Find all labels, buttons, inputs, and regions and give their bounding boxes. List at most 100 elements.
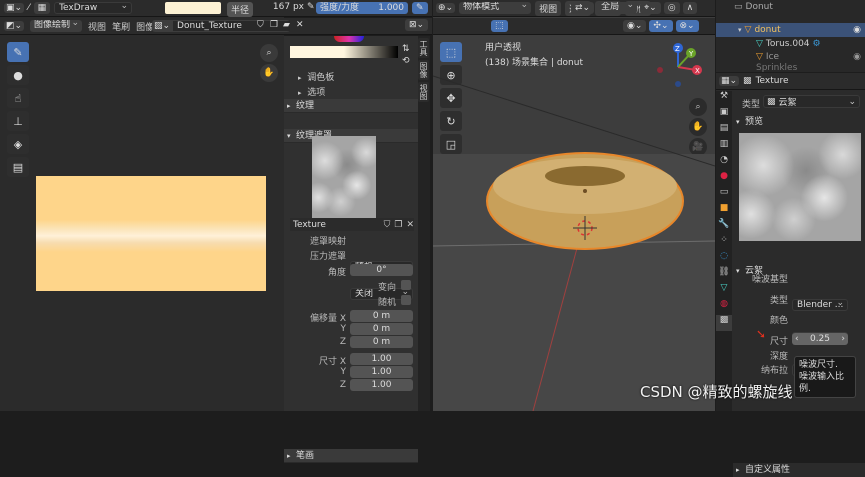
tab-tool[interactable]: 工具 (418, 38, 429, 58)
editor-type-button[interactable]: ⊕⌄ (436, 3, 456, 13)
nabla-label: 纳布拉 (760, 366, 788, 376)
outliner-item-torus[interactable]: ▽ Torus.004 ⚙ (716, 37, 865, 50)
size-z-field[interactable]: 1.00 (350, 379, 413, 391)
modifier-tab-icon[interactable]: 🔧 (716, 219, 732, 235)
gizmo-icon[interactable]: ✣⌄ (649, 20, 673, 32)
swap-colors-icon[interactable]: ⇅ (402, 44, 410, 54)
preview-section-header[interactable]: ▾ 预览 (733, 115, 865, 129)
image-browse-icon[interactable]: ▨⌄ (154, 21, 170, 31)
noise-basis-dropdown[interactable]: Blender ... (792, 299, 848, 311)
image-editor-icon[interactable]: ◩⌄ (4, 21, 25, 31)
draw-tool-icon[interactable]: ✎ (7, 42, 29, 62)
offset-y-field[interactable]: 0 m (350, 323, 413, 335)
menu-view[interactable]: 视图 (88, 20, 106, 33)
strength-pressure-button[interactable]: ✎ (412, 2, 428, 14)
close-icon[interactable]: ✕ (406, 220, 414, 230)
eye-icon[interactable]: ◉ (853, 52, 861, 62)
pan-hand-icon[interactable]: ✋ (260, 64, 278, 82)
clone-tool-icon[interactable]: ⊥ (7, 111, 29, 131)
collection-tab-icon[interactable]: ▭ (716, 187, 732, 203)
paint-canvas[interactable] (36, 176, 266, 291)
value-slider[interactable] (290, 46, 398, 58)
snap-icon[interactable]: ⌖⌄ (640, 2, 661, 14)
data-tab-icon[interactable]: ▽ (716, 283, 732, 299)
texture-section-header[interactable]: ▸ 纹理 (284, 99, 418, 113)
menu-view[interactable]: 视图 (535, 0, 562, 16)
shield-icon[interactable]: ⛉ (384, 220, 391, 230)
color-swatch[interactable] (165, 2, 221, 14)
eye-icon[interactable]: ◉ (853, 25, 861, 35)
color-wheel-bottom[interactable] (334, 36, 364, 42)
outliner-item-donut[interactable]: ▾ ▽ donut ◉ (716, 23, 865, 37)
select-mode-icons: ⬚ (491, 20, 508, 32)
texture-mask-preview[interactable] (312, 136, 376, 218)
tab-image[interactable]: 图像 (418, 60, 429, 80)
transform-dropdown[interactable]: 全局 (597, 2, 638, 14)
size-field[interactable]: ‹ 0.25 › (792, 333, 848, 345)
constraints-tab-icon[interactable]: ⛓ (716, 267, 732, 283)
overlay-icon[interactable]: ⊗⌄ (675, 20, 699, 32)
display-mode-button[interactable]: ⊠⌄ (405, 19, 429, 31)
texture-slot-name[interactable]: Texture (290, 220, 380, 230)
strength-field[interactable]: 强度/力度 1.000 (316, 2, 408, 14)
visibility-icon[interactable]: ◉⌄ (623, 20, 647, 32)
menu-brush[interactable]: 笔刷 (112, 20, 130, 33)
smear-tool-icon[interactable]: ☝ (7, 88, 29, 108)
outliner-item-donut-collection[interactable]: ▭ Donut (720, 0, 773, 13)
folder-icon[interactable]: ▰ (283, 20, 290, 30)
proportional-icon[interactable]: ◎ (663, 2, 680, 14)
expand-icon[interactable]: ▾ (738, 26, 742, 34)
rake-checkbox[interactable] (401, 280, 411, 290)
render-tab-icon[interactable]: ▣ (716, 107, 732, 123)
overlay-icons: ◉⌄ ✣⌄ ⊗⌄ (623, 20, 699, 32)
custom-props-section-header[interactable]: ▸ 自定义属性 (733, 463, 865, 477)
select-box-icon[interactable]: ⬚ (491, 20, 508, 32)
material-tab-icon[interactable]: ◍ (716, 299, 732, 315)
radius-value[interactable]: 167 px (248, 2, 304, 12)
viewport-3d[interactable]: ⊕⌄ 物体模式 视图 选择 添加 物体 ⬚ ⇄⌄ 全局 ⌖⌄ ◎ ∧ ◉⌄ ✣⌄… (433, 0, 715, 411)
stroke-section-header[interactable]: ▸ 笔画 (284, 449, 418, 463)
brush-name-field[interactable]: TexDraw (54, 2, 133, 14)
texture-tab-icon[interactable]: ▩ (716, 315, 732, 331)
mask-tool-icon[interactable]: ▤ (7, 157, 29, 177)
physics-tab-icon[interactable]: ◌ (716, 251, 732, 267)
sub-palette[interactable]: ▸ 调色板 (298, 70, 334, 83)
shield-icon[interactable]: ⛉ (257, 20, 264, 30)
type-dropdown[interactable]: ▩ 云絮 ⌄ (763, 95, 860, 108)
copy-icon[interactable]: ❐ (270, 20, 278, 30)
soften-tool-icon[interactable]: ◈ (7, 134, 29, 154)
scene-view[interactable] (433, 36, 715, 411)
random-checkbox[interactable] (401, 295, 411, 305)
object-tab-icon[interactable]: ■ (716, 203, 732, 219)
mode-dropdown[interactable]: 图像绘制 (30, 20, 83, 32)
editor-type-button[interactable]: ▣⌄ (4, 3, 25, 13)
close-icon[interactable]: ✕ (296, 20, 304, 30)
object-mode-dropdown[interactable]: 物体模式 (459, 2, 532, 14)
texture-type-icon: ▩ (767, 96, 776, 107)
world-tab-icon[interactable]: ● (716, 171, 732, 187)
zoom-icon[interactable]: ⌕ (260, 44, 278, 62)
tool-tab-icon[interactable]: ⚒ (716, 91, 732, 107)
pivot-icon[interactable]: ⇄⌄ (571, 2, 595, 14)
offset-x-field[interactable]: 0 m (350, 310, 413, 322)
output-tab-icon[interactable]: ▤ (716, 123, 732, 139)
size-x-field[interactable]: 1.00 (350, 353, 413, 365)
outliner-item-ice[interactable]: ▽ Ice ◉ (716, 50, 865, 63)
sub-options[interactable]: ▸ 选项 (298, 85, 325, 98)
pressure-pen-icon[interactable]: ✎ (307, 2, 315, 12)
proportional-falloff-icon[interactable]: ∧ (682, 2, 698, 14)
angle-field[interactable]: 0° (350, 264, 413, 276)
offset-z-field[interactable]: 0 m (350, 336, 413, 348)
editor-type-button[interactable]: ▦⌄ (719, 76, 740, 86)
particles-tab-icon[interactable]: ⁘ (716, 235, 732, 251)
texture-slot[interactable]: Texture ⛉ ❐ ✕ (290, 218, 414, 231)
brush-preview-button[interactable]: ▦ (33, 2, 51, 14)
view-layer-tab-icon[interactable]: ▥ (716, 139, 732, 155)
outliner-item-sprinkles[interactable]: Sprinkles (716, 63, 865, 72)
fill-drop-tool-icon[interactable]: ● (7, 65, 29, 85)
size-y-field[interactable]: 1.00 (350, 366, 413, 378)
scene-tab-icon[interactable]: ◔ (716, 155, 732, 171)
copy-icon[interactable]: ❐ (394, 220, 402, 230)
tab-view[interactable]: 视图 (418, 82, 429, 102)
swap-icon[interactable]: ⟲ (402, 56, 410, 66)
